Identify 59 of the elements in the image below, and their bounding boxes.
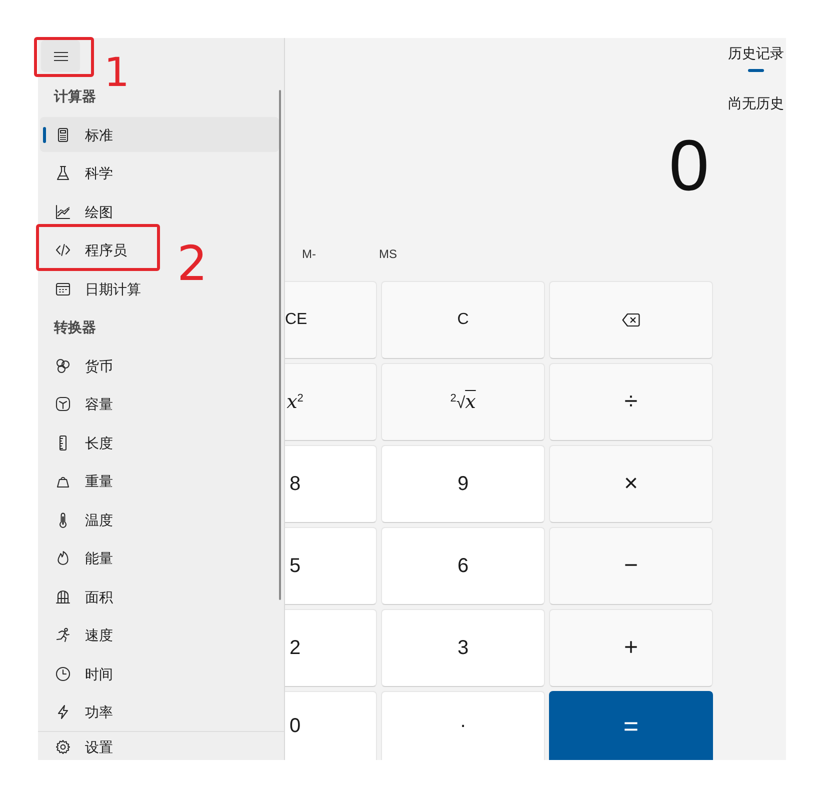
operator-key[interactable]: ÷: [549, 363, 713, 441]
display-value: 0: [668, 130, 710, 202]
line-chart-icon: [55, 204, 71, 220]
function-key[interactable]: C: [381, 281, 545, 359]
equals-key[interactable]: =: [549, 691, 713, 760]
annotation-box: [34, 37, 94, 77]
function-key[interactable]: $^{2}$√x: [381, 363, 545, 441]
nav-item[interactable]: 长度: [40, 425, 279, 460]
scrollbar[interactable]: [279, 90, 281, 600]
digit-key[interactable]: 2: [285, 609, 377, 687]
operator-key[interactable]: −: [549, 527, 713, 605]
nav-item[interactable]: 功率: [40, 694, 279, 730]
lightning-icon: [55, 704, 71, 720]
settings-icon: [55, 739, 71, 756]
digit-key[interactable]: 6: [381, 527, 545, 605]
backspace-icon: [622, 313, 640, 327]
flame-icon: [55, 550, 71, 566]
nav-item[interactable]: 重量: [40, 464, 279, 498]
annotation-number: 1: [104, 53, 130, 93]
nav-item[interactable]: 科学: [40, 156, 279, 190]
function-key[interactable]: CE: [285, 281, 377, 359]
nav-item[interactable]: 容量: [40, 386, 279, 422]
settings-item[interactable]: 设置: [40, 734, 279, 760]
calculator-icon: [55, 126, 71, 142]
operator-key[interactable]: ×: [549, 445, 713, 523]
annotation-number: 2: [177, 240, 208, 288]
nav-item[interactable]: 绘图: [40, 194, 279, 229]
nav-item[interactable]: 速度: [40, 618, 279, 652]
calendar-icon: [55, 280, 71, 296]
menu-icon: [54, 52, 68, 60]
digit-key[interactable]: 0: [285, 691, 377, 760]
nav-item[interactable]: 标准: [40, 117, 279, 152]
grid-icon: [55, 588, 71, 604]
section-header: 转换器: [54, 318, 96, 336]
memory-button[interactable]: MS: [371, 241, 405, 267]
nav-item[interactable]: 货币: [40, 348, 279, 383]
history-tab[interactable]: 历史记录: [728, 38, 784, 74]
operator-key[interactable]: +: [549, 609, 713, 687]
digit-key[interactable]: .: [381, 691, 545, 760]
backspace-key[interactable]: [549, 281, 713, 359]
digit-key[interactable]: 9: [381, 445, 545, 523]
circles-icon: [55, 358, 71, 374]
cube-icon: [55, 396, 71, 412]
empty-history-text: 尚无历史: [728, 94, 785, 112]
code-icon: [55, 242, 71, 258]
nav-item[interactable]: 能量: [40, 540, 279, 576]
function-key[interactable]: x$^{2}$: [285, 363, 377, 441]
clock-icon: [55, 666, 71, 682]
flask-icon: [55, 165, 71, 181]
section-header: 计算器: [54, 87, 96, 105]
menu-button[interactable]: [41, 40, 80, 72]
digit-key[interactable]: 3: [381, 609, 545, 687]
nav-item[interactable]: 面积: [40, 579, 279, 614]
digit-key[interactable]: 5: [285, 527, 377, 605]
nav-item[interactable]: 温度: [40, 502, 279, 537]
digit-key[interactable]: 8: [285, 445, 377, 523]
nav-item[interactable]: 时间: [40, 656, 279, 691]
runner-icon: [55, 627, 71, 643]
memory-button[interactable]: M-: [294, 241, 324, 267]
